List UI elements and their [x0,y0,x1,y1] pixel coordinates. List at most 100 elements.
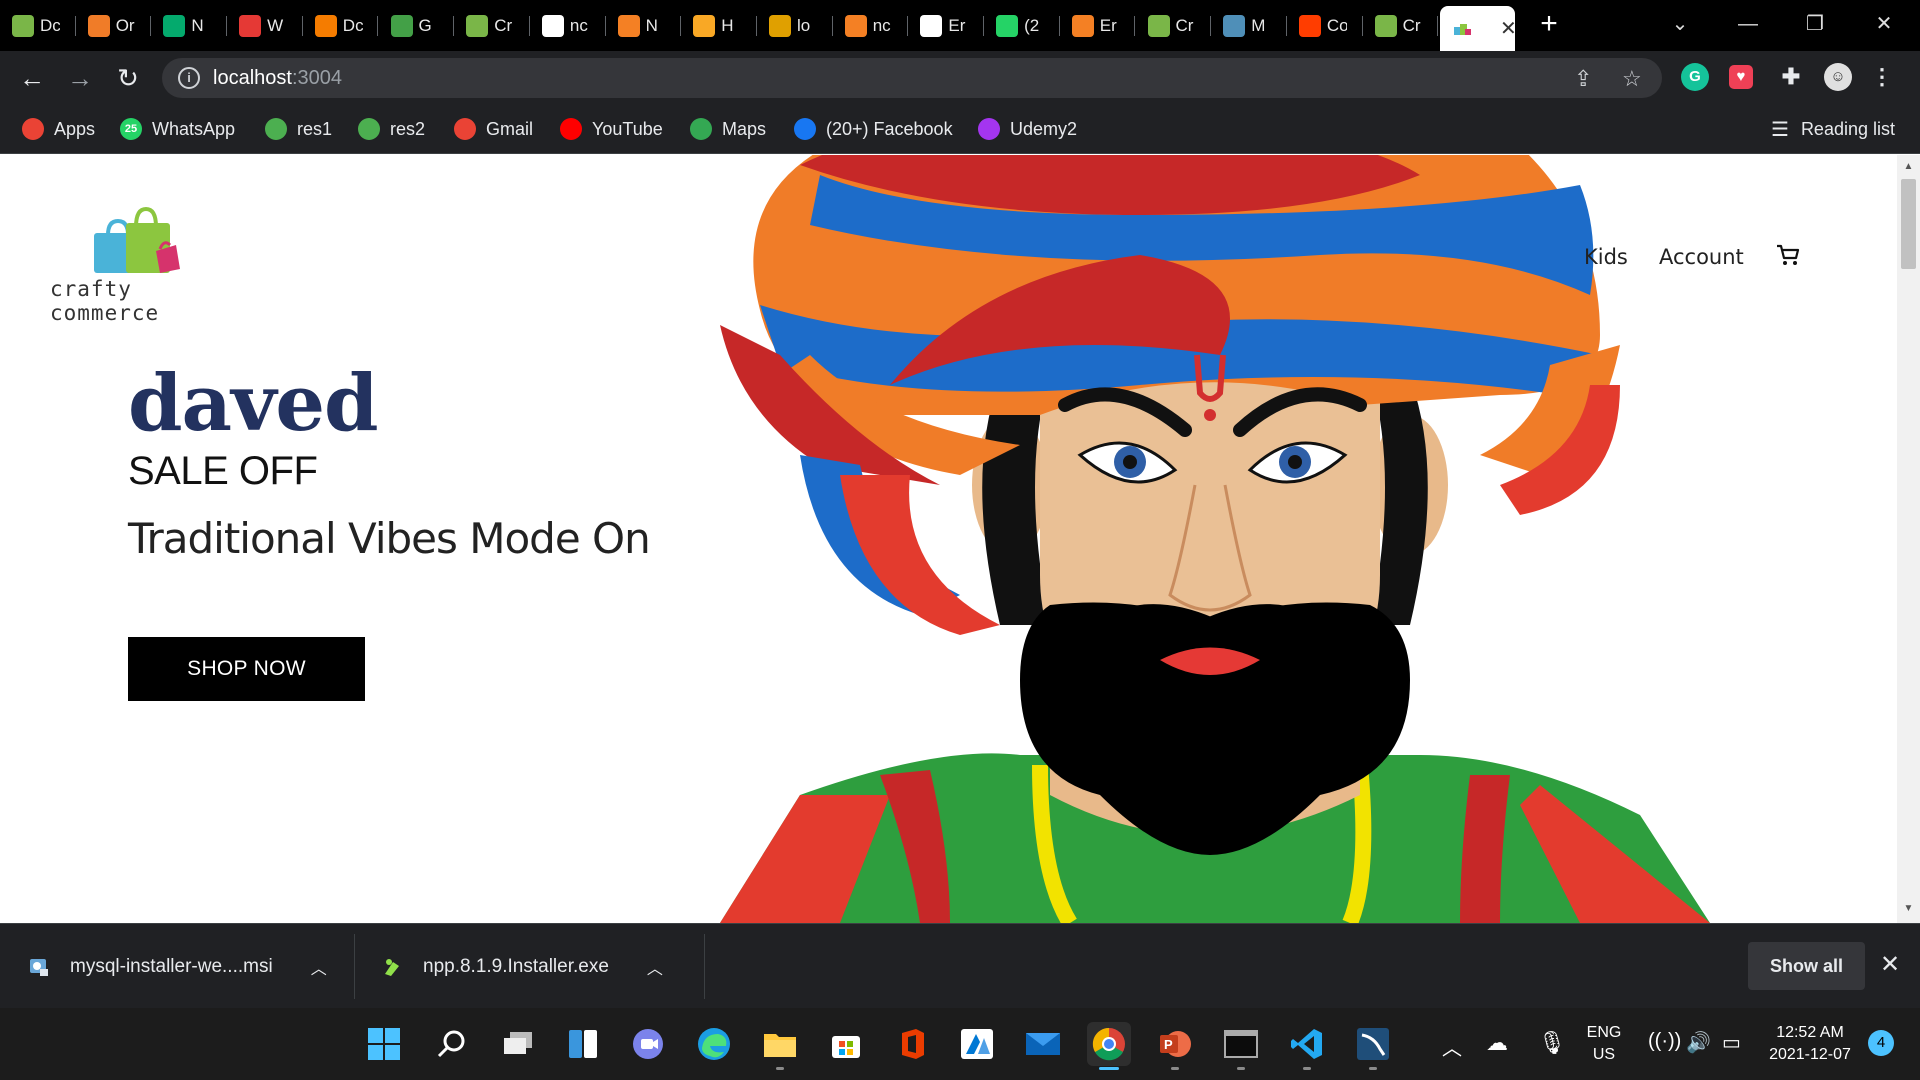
show-hidden-icons-chevron-icon[interactable]: ︿ [1442,1032,1462,1061]
browser-tab[interactable]: Co [1287,8,1363,44]
notification-badge[interactable]: 4 [1868,1030,1894,1056]
download-item-mysql[interactable]: mysql-installer-we....msi ︿ [28,924,327,1009]
minimize-button[interactable]: — [1728,6,1768,42]
browser-tab[interactable]: Er [1060,8,1136,44]
browser-tab[interactable]: Cr [1363,8,1439,44]
weather-cloud-icon[interactable]: ☁ [1486,1030,1508,1056]
browser-tab[interactable]: nc [530,8,606,44]
language-indicator[interactable]: ENG US [1580,1022,1628,1066]
teams-chat-icon[interactable] [626,1022,670,1066]
browser-tab[interactable]: H [681,8,757,44]
browser-tab[interactable]: Cr [454,8,530,44]
mysql-icon [1223,15,1246,37]
chevron-up-icon[interactable]: ︿ [647,955,663,979]
whatsapp-icon [996,15,1019,37]
azure-data-studio-icon[interactable] [955,1022,999,1066]
profile-avatar[interactable]: ☺ [1824,63,1852,91]
browser-tab[interactable]: (2 [984,8,1060,44]
nav-account-link[interactable]: Account [1659,245,1744,269]
tab-title: N [191,16,204,35]
clock[interactable]: 12:52 AM 2021-12-07 [1762,1022,1858,1066]
address-bar[interactable]: i localhost:3004 ⇪ ☆ [162,58,1662,98]
download-item-npp[interactable]: npp.8.1.9.Installer.exe ︿ [381,924,663,1009]
bookmark-item[interactable]: (20+) Facebook [794,116,953,142]
wifi-icon[interactable]: ((·)) [1648,1030,1681,1053]
running-indicator [1171,1067,1179,1070]
bookmark-item[interactable]: 25 WhatsApp [120,116,235,142]
bookmark-item[interactable]: Apps [22,116,95,142]
reload-button[interactable]: ↻ [110,61,146,97]
bookmark-item[interactable]: Gmail [454,116,533,142]
grammarly-icon[interactable]: G [1681,63,1709,91]
reading-list-button[interactable]: ☰ Reading list [1771,116,1895,142]
file-explorer-icon[interactable] [758,1022,802,1070]
shopping-bags-logo-icon [94,206,180,273]
mail-icon[interactable] [1021,1022,1065,1066]
tab-active[interactable]: ✕ [1440,6,1515,51]
scroll-down-arrow-icon[interactable]: ▼ [1903,903,1914,914]
chrome-icon[interactable] [1087,1022,1131,1070]
page-scrollbar[interactable]: ▲ ▼ [1897,155,1920,923]
task-view-icon[interactable] [496,1022,540,1066]
chevron-up-icon[interactable]: ︿ [311,955,327,979]
browser-tab[interactable]: W [227,8,303,44]
browser-tab[interactable]: N [151,8,228,44]
extensions-puzzle-icon[interactable]: ✚ [1777,63,1805,91]
pocket-icon[interactable]: ♥ [1729,65,1753,89]
browser-tab[interactable]: M [1211,8,1287,44]
widgets-icon[interactable] [561,1022,605,1066]
office-icon[interactable] [890,1022,934,1066]
edge-icon[interactable] [692,1022,736,1066]
share-icon[interactable]: ⇪ [1574,66,1592,92]
battery-icon[interactable]: ▭ [1722,1030,1741,1055]
shop-now-button[interactable]: SHOP NOW [128,637,365,701]
browser-tab[interactable]: Or [76,8,152,44]
mysql-workbench-icon[interactable] [1351,1022,1395,1070]
browser-tab[interactable]: nc [833,8,909,44]
tab-search-chevron-icon[interactable]: ⌄ [1660,6,1700,42]
close-download-bar-icon[interactable]: ✕ [1880,950,1900,979]
close-tab-icon[interactable]: ✕ [1500,16,1515,41]
browser-tab[interactable]: N [606,8,682,44]
bookmark-item[interactable]: Maps [690,116,766,142]
divider [704,934,705,999]
browser-tab[interactable]: Dc [0,8,76,44]
youtube-icon [560,118,582,140]
scrollbar-thumb[interactable] [1901,179,1916,269]
site-info-icon[interactable]: i [178,67,200,89]
menu-kebab-icon[interactable]: ⋮ [1868,63,1896,91]
forward-button[interactable]: → [62,61,98,97]
microphone-icon[interactable]: 🎙 [1538,1030,1566,1056]
bookmark-star-icon[interactable]: ☆ [1622,66,1642,92]
browser-tab[interactable]: Er [908,8,985,44]
url-text[interactable]: localhost:3004 [213,67,342,90]
bookmark-item[interactable]: res1 [265,116,332,142]
search-icon[interactable] [430,1022,474,1066]
start-icon[interactable] [362,1022,406,1066]
apps-grid-icon [22,118,44,140]
site-logo[interactable]: crafty commerce [48,199,238,325]
browser-tab[interactable]: G [379,8,455,44]
close-window-button[interactable]: ✕ [1864,6,1904,42]
scroll-up-arrow-icon[interactable]: ▲ [1903,161,1914,172]
browser-tab[interactable]: Cr [1136,8,1212,44]
powerpoint-icon[interactable]: P [1153,1022,1197,1070]
rss-icon [314,15,337,37]
bookmark-item[interactable]: res2 [358,116,425,142]
restore-button[interactable]: ❐ [1795,6,1835,42]
browser-tab[interactable]: lo [757,8,833,44]
bookmark-item[interactable]: YouTube [560,116,663,142]
cart-icon[interactable] [1775,243,1801,267]
bookmark-item[interactable]: Udemy2 [978,116,1077,142]
browser-tab[interactable]: Dc [303,8,379,44]
show-all-button[interactable]: Show all [1748,942,1865,990]
store-icon[interactable] [824,1022,868,1066]
vscode-icon[interactable] [1285,1022,1329,1070]
page-viewport: crafty commerce Kids Account daved SALE … [0,155,1920,923]
back-button[interactable]: ← [14,61,50,97]
new-tab-button[interactable]: + [1532,8,1566,42]
terminal-icon[interactable] [1219,1022,1263,1070]
volume-icon[interactable]: 🔊 [1686,1030,1711,1055]
reading-list-icon: ☰ [1771,118,1789,141]
nav-kids-link[interactable]: Kids [1584,245,1628,269]
